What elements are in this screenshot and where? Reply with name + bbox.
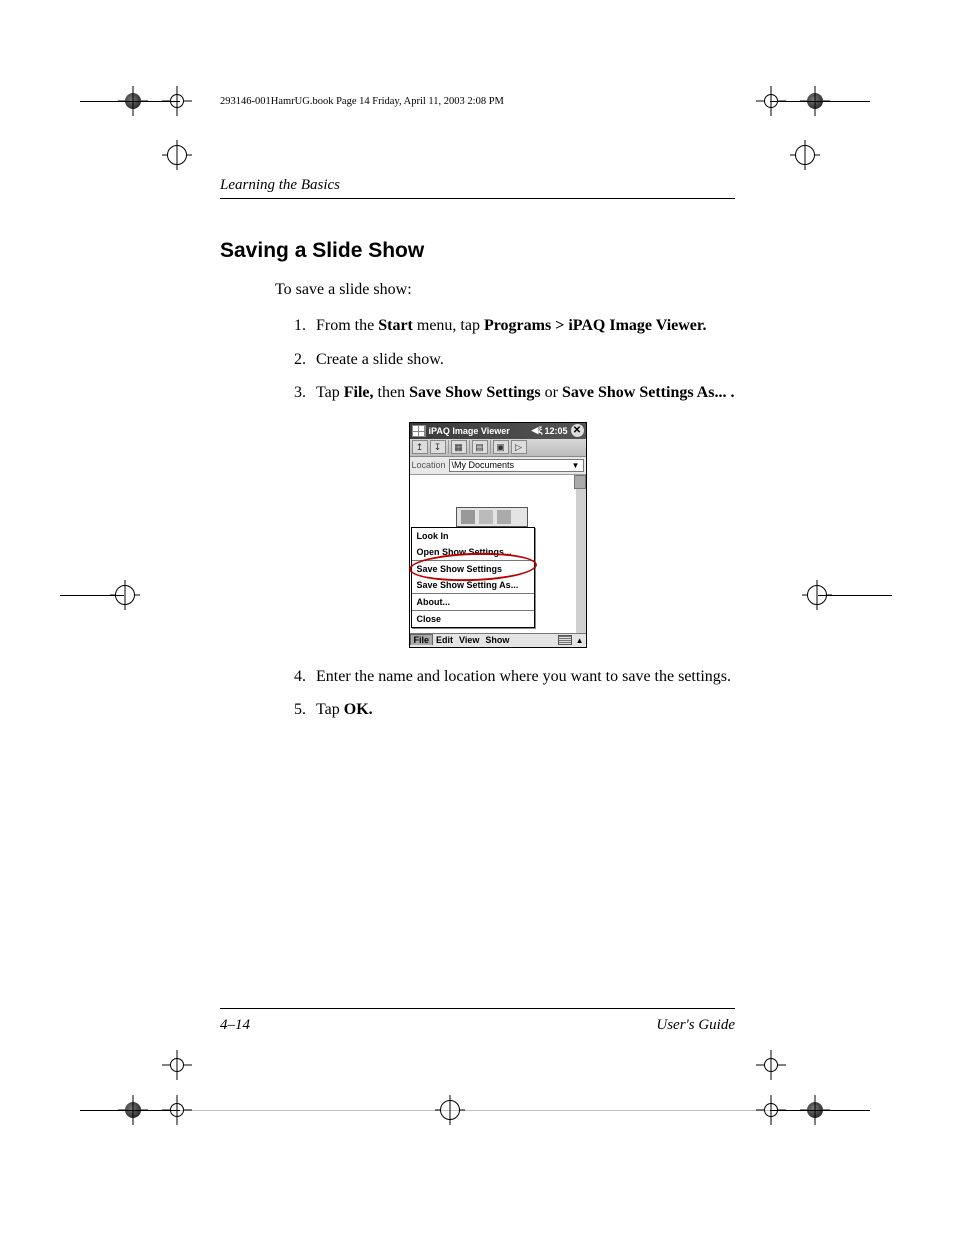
toolbar: ↥ ↧ ▦ ▤ ▣ ▷	[410, 439, 586, 457]
reg-mark	[756, 1050, 786, 1080]
book-metadata: 293146-001HamrUG.book Page 14 Friday, Ap…	[220, 96, 735, 107]
step-3: Tap File, then Save Show Settings or Sav…	[310, 382, 735, 404]
toolbar-slides-icon[interactable]: ▣	[493, 440, 509, 454]
menu-close[interactable]: Close	[412, 611, 534, 627]
footer-rule	[220, 1008, 735, 1009]
thumbnail[interactable]	[456, 507, 528, 527]
steps-list: From the Start menu, tap Programs > iPAQ…	[310, 315, 735, 404]
viewer-area: Look In Open Show Settings... Save Show …	[410, 475, 586, 633]
speaker-icon[interactable]: ◀ξ	[532, 425, 543, 436]
menubar: File Edit View Show ▲	[410, 633, 586, 647]
location-dropdown[interactable]: \My Documents ▼	[449, 459, 584, 472]
running-head: Learning the Basics	[220, 177, 735, 194]
page-number: 4–14	[220, 1017, 250, 1034]
toolbar-down-icon[interactable]: ↧	[430, 440, 446, 454]
menubar-edit[interactable]: Edit	[433, 635, 456, 645]
menu-save-show-settings-as[interactable]: Save Show Setting As...	[412, 577, 534, 593]
sip-arrow-icon[interactable]: ▲	[574, 636, 586, 645]
page-heading: Saving a Slide Show	[220, 239, 735, 263]
location-row: Location \My Documents ▼	[410, 457, 586, 475]
clock: 12:05	[544, 426, 567, 436]
titlebar: iPAQ Image Viewer ◀ξ 12:05 ✕	[410, 423, 586, 439]
menu-open-show-settings[interactable]: Open Show Settings...	[412, 544, 534, 560]
step-1: From the Start menu, tap Programs > iPAQ…	[310, 315, 735, 337]
crop-line	[80, 101, 180, 102]
crop-line	[770, 1110, 870, 1111]
menu-about[interactable]: About...	[412, 594, 534, 610]
reg-mark	[790, 140, 820, 170]
crop-line	[80, 1110, 180, 1111]
reg-mark	[162, 140, 192, 170]
crop-line	[60, 595, 124, 596]
toolbar-thumb-icon[interactable]: ▦	[451, 440, 467, 454]
menubar-view[interactable]: View	[456, 635, 482, 645]
start-icon[interactable]	[412, 425, 426, 437]
menu-save-show-settings[interactable]: Save Show Settings	[412, 561, 534, 577]
step-4: Enter the name and location where you wa…	[310, 666, 735, 688]
location-value: \My Documents	[452, 460, 515, 470]
toolbar-play-icon[interactable]: ▷	[511, 440, 527, 454]
guide-label: User's Guide	[656, 1017, 735, 1034]
dropdown-arrow-icon: ▼	[571, 461, 581, 470]
section-rule	[220, 198, 735, 199]
steps-list-cont: Enter the name and location where you wa…	[310, 666, 735, 721]
step-2: Create a slide show.	[310, 349, 735, 371]
window-title: iPAQ Image Viewer	[429, 426, 532, 436]
toolbar-grid-icon[interactable]: ▤	[472, 440, 488, 454]
page-footer: 4–14 User's Guide	[220, 1008, 735, 1034]
page-content: 293146-001HamrUG.book Page 14 Friday, Ap…	[220, 96, 735, 733]
toolbar-up-icon[interactable]: ↥	[412, 440, 428, 454]
step-5: Tap OK.	[310, 699, 735, 721]
menu-look-in[interactable]: Look In	[412, 528, 534, 544]
crop-line	[770, 101, 870, 102]
crop-line	[818, 595, 892, 596]
location-label: Location	[412, 460, 446, 470]
reg-mark	[162, 1050, 192, 1080]
file-menu-popup: Look In Open Show Settings... Save Show …	[411, 527, 535, 628]
embedded-screenshot: iPAQ Image Viewer ◀ξ 12:05 ✕ ↥ ↧ ▦ ▤ ▣ ▷…	[260, 422, 735, 648]
keyboard-icon[interactable]	[558, 635, 572, 645]
intro-text: To save a slide show:	[275, 281, 735, 299]
crop-line	[170, 1110, 782, 1111]
menubar-file[interactable]: File	[410, 634, 434, 645]
close-button[interactable]: ✕	[571, 424, 584, 437]
menubar-show[interactable]: Show	[482, 635, 512, 645]
ipaq-window: iPAQ Image Viewer ◀ξ 12:05 ✕ ↥ ↧ ▦ ▤ ▣ ▷…	[409, 422, 587, 648]
